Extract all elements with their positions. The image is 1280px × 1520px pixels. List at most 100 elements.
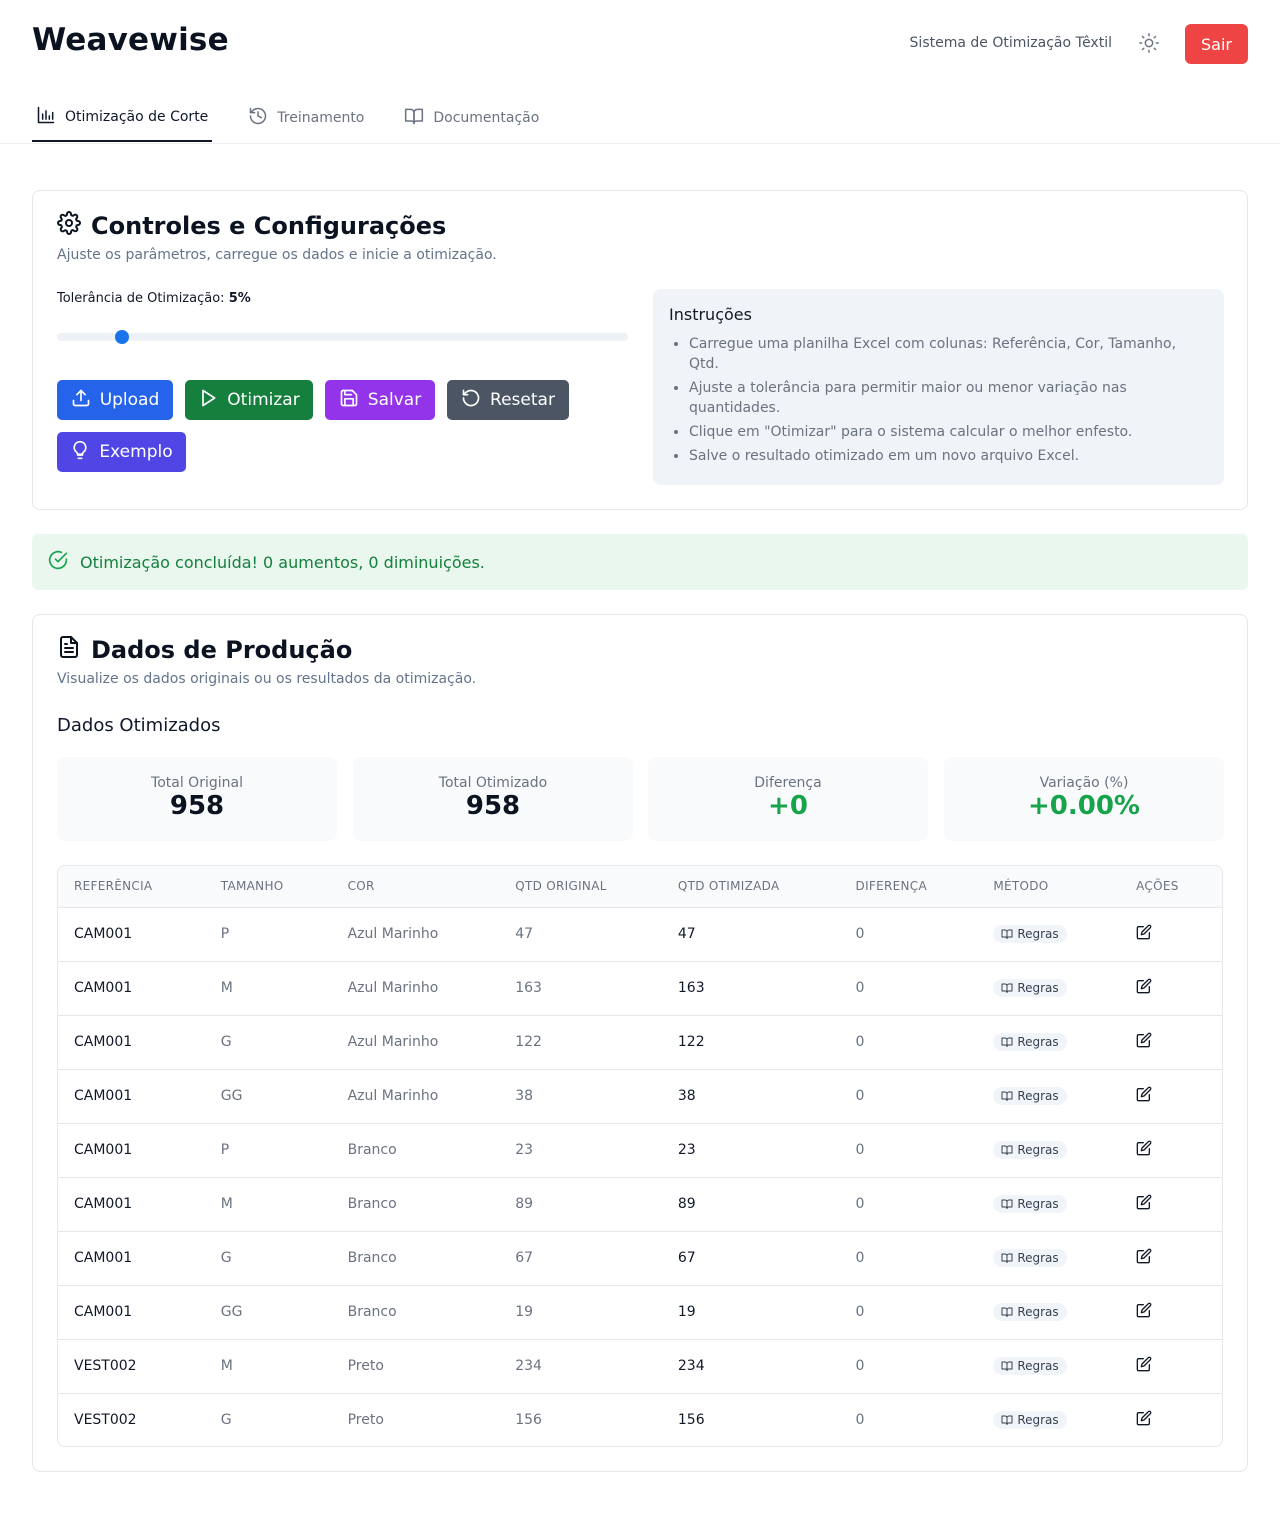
cell-reference: CAM001 bbox=[74, 980, 133, 996]
production-card: Dados de Produção Visualize os dados ori… bbox=[32, 614, 1248, 1472]
method-badge: Regras bbox=[993, 978, 1067, 997]
cell-method: Regras bbox=[977, 1393, 1120, 1446]
tolerance-label-text: Tolerância de Otimização: bbox=[57, 291, 225, 306]
cell-size: M bbox=[220, 1196, 233, 1212]
cell-size: G bbox=[220, 1250, 232, 1266]
instruction-item: Clique em "Otimizar" para o sistema calc… bbox=[689, 422, 1208, 442]
controls-title: Controles e Configurações bbox=[57, 211, 446, 241]
edit-icon[interactable] bbox=[1136, 1032, 1152, 1048]
cell-color: Azul Marinho bbox=[347, 1088, 439, 1104]
book-open-icon bbox=[1001, 1198, 1013, 1210]
cell-size: G bbox=[220, 1412, 232, 1429]
cell-actions bbox=[1120, 961, 1222, 1015]
column-header: COR bbox=[331, 866, 500, 908]
method-label: Regras bbox=[1017, 1412, 1059, 1427]
logout-button[interactable]: Sair bbox=[1185, 24, 1248, 64]
column-header: QTD ORIGINAL bbox=[499, 866, 662, 908]
cell-method: Regras bbox=[977, 1231, 1120, 1285]
cell-color: Branco bbox=[347, 1196, 397, 1212]
edit-icon[interactable] bbox=[1136, 1356, 1152, 1372]
cell-color: Branco bbox=[347, 1250, 397, 1266]
cell-qty-optimized: 122 bbox=[677, 1034, 705, 1050]
cell-color: Azul Marinho bbox=[347, 926, 439, 942]
cell-qty-original: 122 bbox=[515, 1034, 542, 1050]
cell-actions bbox=[1120, 1339, 1222, 1393]
table-row: CAM001 G Azul Marinho 122 122 0 Regras bbox=[58, 1015, 1222, 1069]
cell-color: Azul Marinho bbox=[347, 1034, 439, 1050]
cell-qty-optimized: 89 bbox=[677, 1196, 696, 1212]
method-badge: Regras bbox=[993, 1086, 1067, 1105]
cell-actions bbox=[1120, 907, 1222, 961]
cell-difference: 0 bbox=[855, 1034, 865, 1050]
cell-size: GG bbox=[220, 1304, 243, 1320]
cell-color: Preto bbox=[347, 1358, 384, 1374]
table-row: CAM001 GG Azul Marinho 38 38 0 Regras bbox=[58, 1069, 1222, 1123]
cell-difference: 0 bbox=[855, 926, 865, 942]
method-badge: Regras bbox=[993, 1194, 1067, 1213]
cell-color: Branco bbox=[347, 1304, 397, 1320]
controls-card: Controles e Configurações Ajuste os parâ… bbox=[32, 190, 1248, 510]
edit-icon[interactable] bbox=[1136, 1302, 1152, 1318]
cell-method: Regras bbox=[977, 1285, 1120, 1339]
edit-icon[interactable] bbox=[1136, 1194, 1152, 1210]
save-label: Salvar bbox=[367, 390, 422, 410]
cell-method: Regras bbox=[977, 961, 1120, 1015]
reset-button[interactable]: Resetar bbox=[447, 380, 569, 420]
bar-chart-icon bbox=[36, 105, 56, 129]
method-label: Regras bbox=[1017, 1250, 1059, 1265]
edit-icon[interactable] bbox=[1136, 1248, 1152, 1264]
table-body: CAM001 P Azul Marinho 47 47 0 Regras CAM001 M Azu… bbox=[58, 907, 1222, 1446]
edit-icon[interactable] bbox=[1136, 1140, 1152, 1156]
cell-qty-original: 156 bbox=[515, 1412, 542, 1429]
cell-qty-original: 89 bbox=[515, 1196, 534, 1212]
tab-otimizacao-de-corte[interactable]: Otimização de Corte bbox=[32, 94, 213, 142]
cell-reference: VEST002 bbox=[74, 1412, 137, 1429]
tab-documentacao[interactable]: Documentação bbox=[400, 94, 543, 142]
reset-label: Resetar bbox=[490, 390, 555, 410]
book-open-icon bbox=[1001, 1144, 1013, 1156]
cell-qty-optimized: 38 bbox=[677, 1088, 696, 1104]
optimize-button[interactable]: Otimizar bbox=[185, 380, 313, 420]
production-title-text: Dados de Produção bbox=[91, 636, 353, 664]
edit-icon[interactable] bbox=[1136, 978, 1152, 994]
save-button[interactable]: Salvar bbox=[325, 380, 435, 420]
cell-difference: 0 bbox=[855, 1142, 865, 1158]
main-tabs: Otimização de Corte Treinamento Document… bbox=[32, 94, 575, 144]
cell-actions bbox=[1120, 1069, 1222, 1123]
book-open-icon bbox=[1001, 1414, 1013, 1426]
cell-qty-optimized: 19 bbox=[677, 1304, 696, 1320]
theme-toggle-button[interactable] bbox=[1136, 32, 1162, 58]
column-header: REFERÊNCIA bbox=[58, 866, 205, 908]
cell-actions bbox=[1120, 1015, 1222, 1069]
instructions-panel: Instruções Carregue uma planilha Excel c… bbox=[653, 289, 1224, 485]
system-title: Sistema de Otimização Têxtil bbox=[909, 35, 1112, 51]
cell-method: Regras bbox=[977, 907, 1120, 961]
edit-icon[interactable] bbox=[1136, 924, 1152, 940]
table-row: CAM001 G Branco 67 67 0 Regras bbox=[58, 1231, 1222, 1285]
app-header: Weavewise Sistema de Otimização Têxtil S… bbox=[0, 0, 1280, 144]
controls-title-text: Controles e Configurações bbox=[91, 212, 447, 240]
production-subtitle: Visualize os dados originais ou os resul… bbox=[57, 671, 477, 687]
upload-button[interactable]: Upload bbox=[57, 380, 173, 420]
upload-icon bbox=[71, 388, 91, 413]
upload-label: Upload bbox=[99, 390, 160, 410]
edit-icon[interactable] bbox=[1136, 1410, 1152, 1426]
example-button[interactable]: Exemplo bbox=[57, 432, 186, 472]
example-label: Exemplo bbox=[99, 442, 173, 462]
edit-icon[interactable] bbox=[1136, 1086, 1152, 1102]
stat-total-optimized: Total Otimizado 958 bbox=[353, 757, 633, 841]
cell-actions bbox=[1120, 1177, 1222, 1231]
stat-variation: Variação (%) +0.00% bbox=[944, 757, 1224, 841]
cell-difference: 0 bbox=[855, 1304, 865, 1320]
tab-treinamento[interactable]: Treinamento bbox=[244, 94, 368, 142]
stat-value: +0.00% bbox=[1028, 791, 1140, 821]
slider-thumb[interactable] bbox=[114, 330, 129, 344]
cell-size: P bbox=[220, 1142, 230, 1158]
table-row: CAM001 M Branco 89 89 0 Regras bbox=[58, 1177, 1222, 1231]
tolerance-value: 5% bbox=[228, 291, 251, 306]
book-open-icon bbox=[1001, 1360, 1013, 1372]
stat-label: Total Original bbox=[151, 775, 243, 791]
settings-gear-icon bbox=[57, 211, 81, 241]
tolerance-slider[interactable] bbox=[57, 330, 628, 344]
cell-color: Preto bbox=[347, 1412, 384, 1429]
